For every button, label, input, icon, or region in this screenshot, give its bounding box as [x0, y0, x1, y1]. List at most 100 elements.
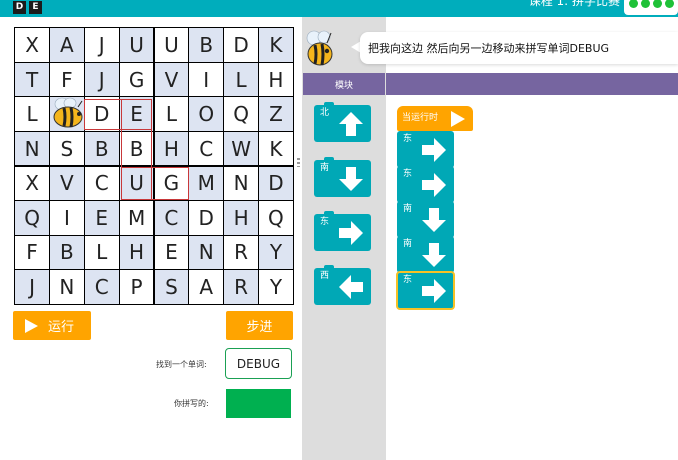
arrow-down-icon — [339, 167, 363, 191]
grid-cell: F — [50, 62, 84, 97]
grid-cell: D — [259, 166, 293, 200]
grid-cell: O — [189, 97, 224, 131]
toolbox-header: 模块 — [303, 73, 385, 95]
progress-indicator[interactable] — [624, 0, 678, 15]
arrow-right-icon — [422, 279, 446, 303]
grid-cell: D — [84, 97, 119, 131]
block-label: 南 — [403, 204, 413, 214]
block-notch — [324, 102, 334, 106]
progress-dot — [665, 0, 674, 8]
grid-cell: F — [15, 235, 49, 270]
arrow-up-icon — [339, 112, 363, 136]
grid-cell: X — [15, 166, 49, 200]
grid-cell: D — [224, 28, 258, 62]
grid-cell: B — [50, 235, 84, 270]
arrow-right-icon — [339, 221, 363, 245]
grid-cell: E — [84, 201, 119, 235]
arrow-left-icon — [339, 275, 363, 299]
grid-cell: G — [154, 166, 189, 200]
grid-cell: E — [154, 235, 189, 270]
arrow-right-icon — [422, 138, 446, 162]
letter-grid: XAJUUBDKTFJGVILHLDELOQZNSBBHCWKXVCUGMNDQ… — [14, 27, 294, 305]
grid-cell: J — [84, 62, 119, 97]
grid-cell: S — [50, 132, 84, 166]
toolbox-block-west[interactable]: 西 — [314, 265, 371, 305]
grid-cell: R — [224, 235, 258, 270]
grid-cell: C — [189, 132, 224, 166]
grid-cell: H — [154, 132, 189, 166]
grid-cell: Z — [259, 97, 293, 131]
instruction-text: 把我向这边 然后向另一边移动来拼写单词DEBUG — [368, 42, 610, 55]
grid-cell: C — [154, 201, 189, 235]
grid-cell: N — [224, 166, 258, 200]
block-label: 东 — [403, 134, 413, 144]
logo-letter-d[interactable]: D — [13, 1, 26, 14]
grid-cell: B — [119, 132, 154, 166]
arrow-down-icon — [422, 243, 446, 267]
grid-cell: L — [154, 97, 189, 131]
app-root: D E 课程 1: 拼字比赛 XAJUUBDKTFJGVILHLDELOQZNS… — [0, 0, 678, 460]
program-block-south[interactable]: 南 — [397, 236, 454, 273]
grid-cell: D — [189, 201, 224, 235]
grid-cell: I — [50, 201, 84, 235]
block-label: 西 — [320, 271, 330, 281]
found-word-label: 找到一个单词: — [156, 360, 207, 369]
grid-cell: B — [84, 132, 119, 166]
step-button[interactable]: 步进 — [226, 311, 293, 340]
grid-cell: J — [84, 28, 119, 62]
program-block-east[interactable]: 东 — [397, 166, 454, 203]
block-label: 东 — [320, 217, 330, 227]
grid-cell: Q — [15, 201, 49, 235]
grid-cell: V — [154, 62, 189, 97]
instruction-bubble: 把我向这边 然后向另一边移动来拼写单词DEBUG — [360, 32, 678, 64]
grid-cell: H — [224, 201, 258, 235]
toolbox-block-east[interactable]: 东 — [314, 211, 371, 251]
grid-cell: A — [50, 28, 84, 62]
grid-cell: U — [154, 28, 189, 62]
toolbox-block-north[interactable]: 北 — [314, 102, 371, 142]
progress-dot — [653, 0, 662, 8]
grid-cell: U — [119, 28, 154, 62]
block-notch — [324, 211, 334, 215]
grid-cell: S — [154, 270, 189, 304]
grid-cell: E — [119, 97, 154, 131]
grid-cell: Y — [259, 270, 293, 304]
when-run-label: 当运行时 — [402, 113, 439, 123]
program-block-east-selected[interactable]: 东 — [396, 271, 455, 310]
when-run-block[interactable]: 当运行时 — [397, 106, 473, 131]
run-button-label: 运行 — [48, 320, 75, 335]
grid-cell: P — [119, 270, 154, 304]
grid-cell: A — [189, 270, 224, 304]
program-block-south[interactable]: 南 — [397, 201, 454, 238]
grid-cell: Y — [259, 235, 293, 270]
grid-cell: Q — [224, 97, 258, 131]
grid-cell: W — [224, 132, 258, 166]
grid-cell: L — [224, 62, 258, 97]
block-label: 东 — [403, 169, 413, 179]
block-notch — [324, 265, 334, 269]
run-button[interactable]: 运行 — [13, 311, 91, 340]
block-notch — [324, 157, 334, 161]
grid-cell: I — [189, 62, 224, 97]
grid-cell: L — [84, 235, 119, 270]
grid-cell: G — [119, 62, 154, 97]
found-word-value: DEBUG — [236, 356, 281, 371]
block-label: 北 — [320, 108, 330, 118]
grid-cell: H — [259, 62, 293, 97]
toolbox-block-south[interactable]: 南 — [314, 157, 371, 197]
bee-icon — [53, 97, 83, 128]
bee-mascot-icon — [306, 30, 333, 66]
program-block-east[interactable]: 东 — [397, 131, 454, 168]
grid-cell: K — [259, 132, 293, 166]
logo-letter-e[interactable]: E — [29, 1, 42, 14]
grid-cell: J — [15, 270, 49, 304]
grid-cell: L — [15, 97, 49, 131]
grid-cell: N — [189, 235, 224, 270]
progress-dot — [641, 0, 650, 8]
progress-dot — [629, 0, 638, 8]
block-label: 南 — [403, 239, 413, 249]
panel-resize-handle[interactable] — [297, 158, 300, 167]
grid-cell: K — [259, 28, 293, 62]
block-label: 南 — [320, 163, 330, 173]
grid-cell: T — [15, 62, 49, 97]
